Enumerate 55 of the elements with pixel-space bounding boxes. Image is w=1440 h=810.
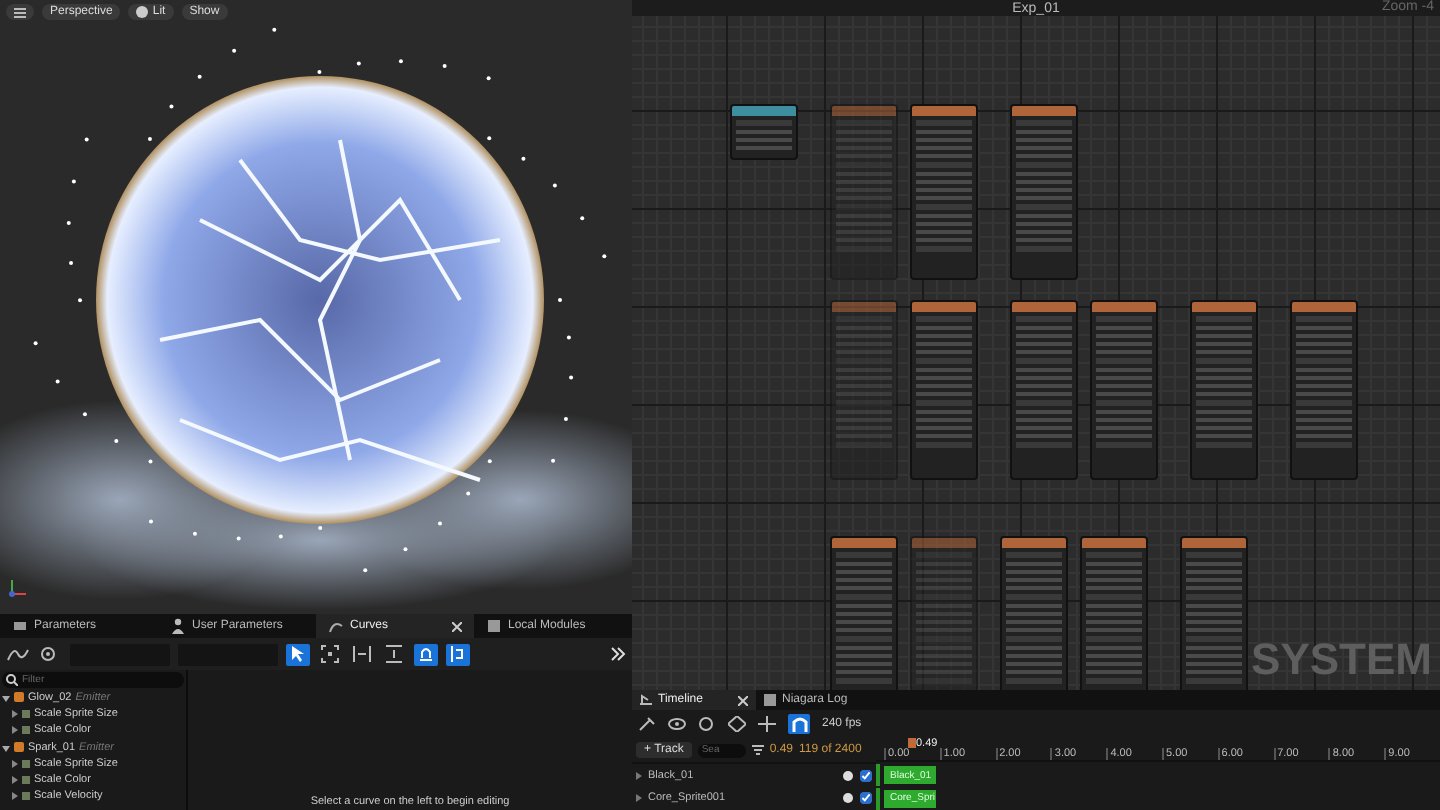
system-node[interactable] — [730, 104, 798, 160]
timeline-icon — [640, 694, 652, 706]
emitter-node[interactable] — [1010, 300, 1078, 480]
curve-tool-button[interactable] — [382, 643, 406, 665]
collapsed-arrow-icon — [636, 771, 642, 780]
emitter-node[interactable] — [1190, 300, 1258, 480]
snap-button[interactable] — [788, 714, 810, 734]
close-icon — [738, 695, 748, 705]
menu-icon — [14, 6, 26, 18]
collapsed-arrow-icon — [636, 794, 642, 803]
person-icon — [170, 618, 186, 634]
filter-icon — [751, 744, 764, 756]
magnet-icon — [416, 644, 436, 664]
emitter-node[interactable] — [1290, 300, 1358, 480]
emitter-node[interactable] — [910, 300, 978, 480]
move-icon — [758, 716, 776, 732]
cursor-icon — [288, 644, 308, 664]
track-enabled-checkbox[interactable] — [860, 769, 872, 782]
diamond-icon — [728, 716, 746, 732]
eye-icon — [668, 716, 686, 732]
track-enabled-checkbox[interactable] — [860, 792, 872, 805]
viewport-menu-button[interactable] — [6, 4, 34, 20]
module-icon — [486, 618, 502, 634]
frame-icon — [320, 644, 340, 664]
chevron-icon — [610, 646, 626, 662]
curve-tool-button[interactable] — [446, 643, 470, 665]
curve-tool-button[interactable] — [318, 643, 342, 665]
vertical-fit-icon — [384, 644, 404, 664]
curve-tool-button[interactable] — [350, 643, 374, 665]
curve-icon — [328, 618, 344, 634]
emitter-icon — [14, 742, 24, 753]
emitter-node[interactable] — [830, 536, 898, 690]
magnet-icon — [791, 716, 807, 732]
axis-gizmo-icon — [8, 578, 28, 598]
emitter-node[interactable] — [1000, 536, 1068, 690]
circle-icon — [698, 716, 716, 732]
emitter-node[interactable] — [1010, 104, 1078, 280]
horizontal-fit-icon — [352, 644, 372, 664]
wrench-icon — [638, 716, 656, 732]
emitter-icon — [14, 692, 24, 703]
list-icon — [12, 618, 28, 634]
close-icon — [452, 621, 462, 631]
emitter-node[interactable] — [1090, 300, 1158, 480]
bracket-icon — [448, 644, 468, 664]
log-icon — [764, 694, 776, 706]
curve-mode-icon — [6, 646, 30, 662]
search-icon — [6, 674, 18, 686]
emitter-node[interactable] — [1180, 536, 1248, 690]
playhead-handle[interactable] — [908, 738, 916, 748]
emitter-node[interactable] — [1080, 536, 1148, 690]
emitter-node[interactable] — [910, 104, 978, 280]
lit-sphere-icon — [136, 6, 149, 18]
curve-tool-button[interactable] — [286, 643, 310, 665]
curve-tool-button[interactable] — [414, 643, 438, 665]
system-overlay-label: SYSTEM — [1251, 634, 1432, 686]
